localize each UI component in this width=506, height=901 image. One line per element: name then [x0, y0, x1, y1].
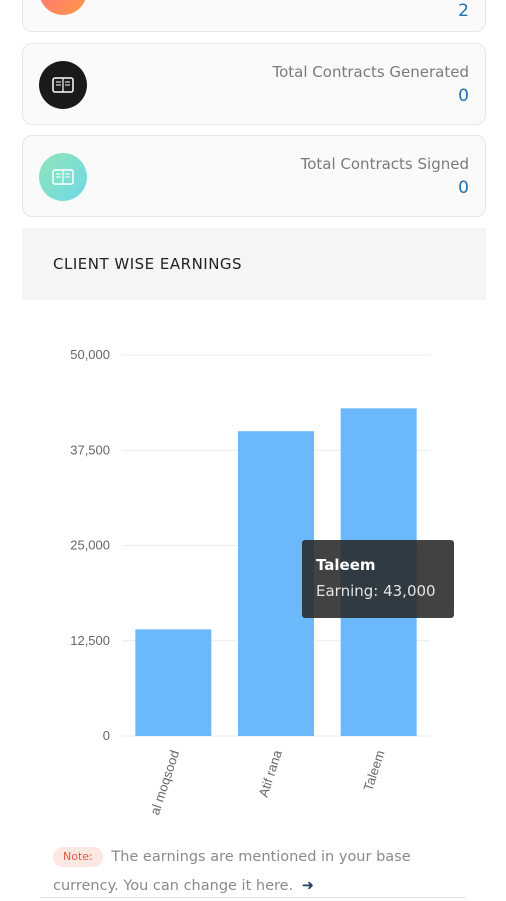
bar[interactable]	[135, 629, 212, 736]
stat-label: Total Contracts Generated	[272, 63, 470, 81]
y-tick-label: 37,500	[70, 442, 110, 457]
stat-value: 0	[458, 178, 469, 198]
section-title: CLIENT WISE EARNINGS	[53, 255, 243, 273]
note-text: The earnings are mentioned in your base …	[53, 849, 411, 894]
contract-icon	[39, 153, 87, 201]
y-tick-label: 12,500	[70, 633, 110, 648]
x-tick-label: al moqsood	[147, 748, 182, 817]
stat-value: 2	[458, 1, 469, 21]
y-tick-label: 0	[103, 728, 110, 743]
x-tick-label: Atif rana	[256, 748, 285, 799]
stat-card-contracts-generated: Total Contracts Generated 0	[22, 43, 486, 125]
divider	[40, 897, 466, 898]
note-badge: Note:	[53, 847, 103, 867]
chart-tooltip: Taleem Earning: 43,000	[302, 540, 454, 618]
stat-value: 0	[458, 86, 469, 106]
section-header: CLIENT WISE EARNINGS	[22, 228, 486, 300]
user-icon	[39, 0, 87, 15]
stat-label: Total Contracts Signed	[300, 155, 469, 173]
stat-card-contracts-signed: Total Contracts Signed 0	[22, 135, 486, 217]
stat-card-clients: 2	[22, 0, 486, 32]
tooltip-body: Earning: 43,000	[316, 582, 436, 600]
x-tick-label: Taleem	[360, 748, 387, 793]
y-tick-label: 50,000	[70, 347, 110, 362]
tooltip-title: Taleem	[316, 556, 376, 574]
contract-icon	[39, 61, 87, 109]
currency-note: Note: The earnings are mentioned in your…	[53, 843, 473, 901]
y-tick-label: 25,000	[70, 538, 110, 553]
